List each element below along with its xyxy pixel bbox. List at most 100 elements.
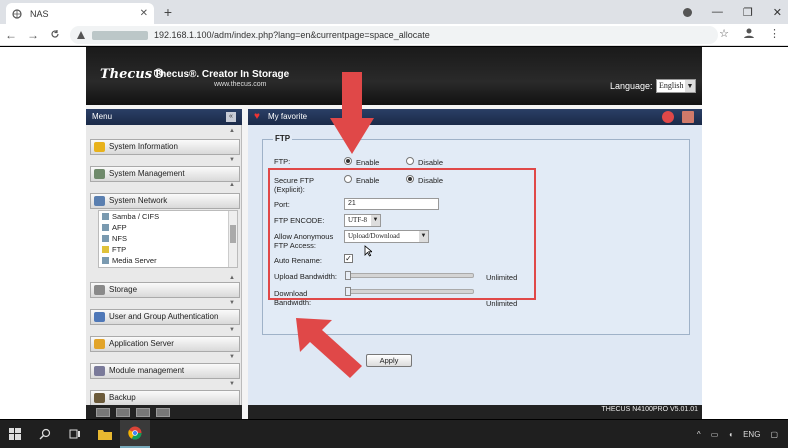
menu-item-backup[interactable]: Backup xyxy=(90,390,240,406)
upload-bandwidth-value: Unlimited xyxy=(486,273,518,282)
tray-chevron-icon[interactable]: ^ xyxy=(697,430,701,439)
encode-value: UTF-8 xyxy=(348,216,368,224)
toolbar-icon-2[interactable] xyxy=(116,407,130,417)
language-label: Language: xyxy=(610,81,653,91)
up-left-arrow-annotation xyxy=(296,318,362,378)
submenu-scrollbar[interactable] xyxy=(228,211,237,267)
profile-dot-icon[interactable] xyxy=(682,7,692,17)
anonymous-value: Upload/Download xyxy=(348,232,400,240)
tools-icon xyxy=(94,169,105,179)
menu-item-system-information[interactable]: System Information xyxy=(90,139,240,155)
favorites-header: ♥ My favorite xyxy=(248,109,702,125)
toolbar-icon-4[interactable] xyxy=(156,407,170,417)
submenu-item-nfs[interactable]: NFS xyxy=(99,233,237,244)
network-tray-icon[interactable]: ▭ xyxy=(711,430,719,439)
storage-icon xyxy=(94,285,105,295)
address-bar[interactable]: 192.168.1.100/adm/index.php?lang=en&curr… xyxy=(70,26,718,44)
favorite-add-icon[interactable] xyxy=(662,111,674,123)
apply-button[interactable]: Apply xyxy=(366,354,412,367)
menu-item-label: System Management xyxy=(109,169,185,178)
scroll-down-icon[interactable]: ▼ xyxy=(228,327,236,334)
ftp-disable-label: Disable xyxy=(418,158,444,167)
submenu-item-afp[interactable]: AFP xyxy=(99,222,237,233)
restore-button[interactable]: ❐ xyxy=(743,6,753,19)
bookmark-star-icon[interactable]: ☆ xyxy=(719,27,729,40)
website-text: www.thecus.com xyxy=(214,81,267,88)
chevron-down-icon: ▼ xyxy=(685,80,695,92)
submenu-item-samba[interactable]: Samba / CIFS xyxy=(99,211,237,222)
scroll-down-icon[interactable]: ▼ xyxy=(228,381,236,388)
toolbar-right: ☆ ⋮ xyxy=(719,27,780,40)
task-view-button[interactable] xyxy=(60,420,90,448)
account-icon[interactable] xyxy=(743,27,755,39)
upload-bandwidth-slider[interactable] xyxy=(345,271,474,280)
volume-tray-icon[interactable]: ◖ xyxy=(728,430,733,439)
forward-button[interactable]: → xyxy=(22,28,44,42)
menu-item-system-management[interactable]: System Management xyxy=(90,166,240,182)
menu-item-module-management[interactable]: Module management xyxy=(90,363,240,379)
menu-item-user-group-auth[interactable]: User and Group Authentication xyxy=(90,309,240,325)
chrome-taskbar-button[interactable] xyxy=(120,420,150,448)
start-button[interactable] xyxy=(0,420,30,448)
auto-rename-label: Auto Rename: xyxy=(274,256,322,265)
toolbar-icon-1[interactable] xyxy=(96,407,110,417)
secure-disable-radio[interactable] xyxy=(406,175,414,183)
chevron-down-icon: ▼ xyxy=(419,231,428,242)
logout-icon[interactable] xyxy=(682,111,694,123)
scroll-down-icon[interactable]: ▼ xyxy=(228,157,236,164)
secure-enable-radio[interactable] xyxy=(344,175,352,183)
encode-select[interactable]: UTF-8 ▼ xyxy=(344,214,381,227)
scroll-up-icon[interactable]: ▲ xyxy=(228,182,236,189)
network-submenu: Samba / CIFS AFP NFS FTP Media Server xyxy=(98,210,238,268)
tab-close-icon[interactable]: ✕ xyxy=(140,8,148,19)
minimize-button[interactable]: — xyxy=(712,6,723,18)
auto-rename-checkbox[interactable]: ✓ xyxy=(344,254,353,263)
toolbar-icon-3[interactable] xyxy=(136,407,150,417)
scroll-up-icon[interactable]: ▲ xyxy=(228,275,236,282)
language-select[interactable]: English ▼ xyxy=(656,79,696,93)
secure-disable-label: Disable xyxy=(418,176,444,185)
submenu-item-media-server[interactable]: Media Server xyxy=(99,255,237,266)
search-button[interactable] xyxy=(30,420,60,448)
menu-collapse-button[interactable]: « xyxy=(226,112,236,122)
browser-tab[interactable]: NAS ✕ xyxy=(6,3,154,24)
scroll-down-icon[interactable]: ▼ xyxy=(228,354,236,361)
menu-item-label: Module management xyxy=(109,366,185,375)
menu-dots-icon[interactable]: ⋮ xyxy=(769,27,780,40)
ftp-enable-radio[interactable] xyxy=(344,157,352,165)
back-button[interactable]: ← xyxy=(0,28,22,42)
menu-item-storage[interactable]: Storage xyxy=(90,282,240,298)
reload-button[interactable] xyxy=(44,28,66,42)
file-explorer-button[interactable] xyxy=(90,420,120,448)
ftp-legend: FTP xyxy=(273,134,293,143)
new-tab-button[interactable]: + xyxy=(160,3,176,21)
application-icon xyxy=(94,339,105,349)
submenu-label: Samba / CIFS xyxy=(112,212,160,221)
download-bandwidth-slider[interactable] xyxy=(345,287,474,296)
users-icon xyxy=(94,312,105,322)
chrome-icon xyxy=(128,426,142,440)
notifications-icon[interactable]: ▢ xyxy=(770,430,778,439)
submenu-label: FTP xyxy=(112,245,127,254)
slider-knob[interactable] xyxy=(345,287,351,296)
menu-item-application-server[interactable]: Application Server xyxy=(90,336,240,352)
task-view-icon xyxy=(69,429,80,439)
window-close-button[interactable]: ✕ xyxy=(773,6,782,19)
slider-knob[interactable] xyxy=(345,271,351,280)
menu-item-system-network[interactable]: System Network xyxy=(90,193,240,209)
port-input[interactable]: 21 xyxy=(344,198,439,210)
menu-item-label: Backup xyxy=(109,393,136,402)
menu-item-label: System Information xyxy=(109,142,178,151)
mouse-cursor-icon xyxy=(364,245,372,257)
submenu-item-ftp[interactable]: FTP xyxy=(99,244,237,255)
submenu-label: NFS xyxy=(112,234,127,243)
scrollbar-thumb[interactable] xyxy=(230,225,236,243)
network-icon xyxy=(94,196,105,206)
anonymous-select[interactable]: Upload/Download ▼ xyxy=(344,230,429,243)
secure-enable-label: Enable xyxy=(356,176,380,185)
scroll-down-icon[interactable]: ▼ xyxy=(228,300,236,307)
ftp-disable-radio[interactable] xyxy=(406,157,414,165)
scroll-up-icon[interactable]: ▲ xyxy=(228,128,236,135)
nfs-icon xyxy=(102,235,109,242)
language-indicator[interactable]: ENG xyxy=(743,430,760,439)
